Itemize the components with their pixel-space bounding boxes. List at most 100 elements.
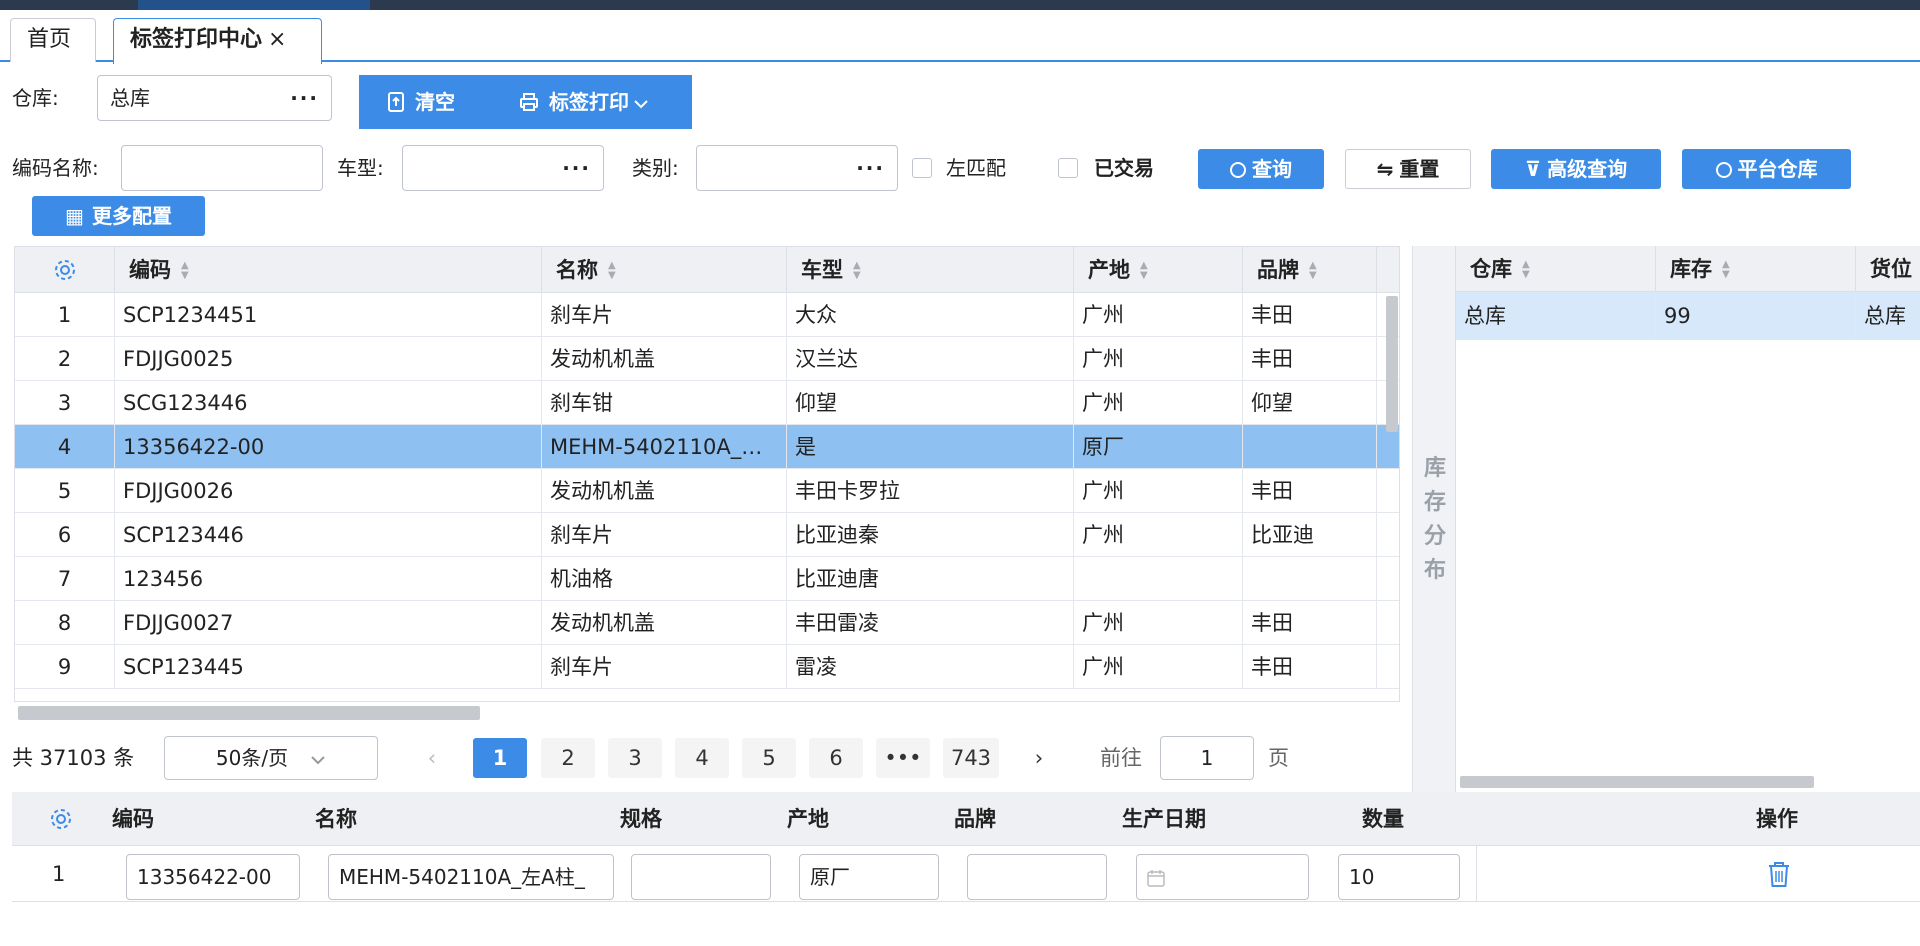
more-dots-icon[interactable]: ··· bbox=[290, 76, 319, 120]
model-select[interactable]: ··· bbox=[402, 145, 604, 191]
tab-label-print-center[interactable]: 标签打印中心 × bbox=[113, 18, 322, 64]
chevron-down-icon bbox=[311, 756, 325, 765]
advanced-query-button[interactable]: ⊽ 高级查询 bbox=[1491, 149, 1661, 189]
traded-label: 已交易 bbox=[1094, 156, 1154, 180]
header-brand[interactable]: 品牌 ▲ ▼ bbox=[1243, 247, 1377, 293]
prev-page-icon[interactable]: ‹ bbox=[405, 738, 459, 778]
cell-brand: 丰田 bbox=[1243, 337, 1377, 381]
spec-field[interactable] bbox=[631, 854, 771, 900]
cell-name: 发动机机盖 bbox=[542, 601, 787, 645]
warehouse-value: 总库 bbox=[110, 86, 150, 110]
bottom-header-date: 生产日期 bbox=[1122, 807, 1206, 831]
production-date-picker[interactable] bbox=[1136, 854, 1309, 900]
origin-field[interactable]: 原厂 bbox=[799, 854, 939, 900]
cell-brand: 丰田 bbox=[1243, 293, 1377, 337]
page-button[interactable]: ••• bbox=[876, 738, 930, 778]
goto-page-input[interactable]: 1 bbox=[1160, 736, 1254, 780]
code-name-label: 编码名称: bbox=[12, 156, 99, 180]
page-button[interactable]: 2 bbox=[541, 738, 595, 778]
label-print-label: 标签打印 bbox=[549, 90, 629, 114]
brand-field[interactable] bbox=[967, 854, 1107, 900]
page-button[interactable]: 6 bbox=[809, 738, 863, 778]
label-print-button[interactable]: 标签打印 bbox=[519, 75, 649, 129]
reset-label: 重置 bbox=[1399, 157, 1440, 181]
cell-name: 刹车片 bbox=[542, 293, 787, 337]
bottom-header-spec: 规格 bbox=[620, 807, 662, 831]
cell-origin: 广州 bbox=[1074, 337, 1243, 381]
page-button[interactable]: 5 bbox=[742, 738, 796, 778]
table-row[interactable]: 9 SCP123445 刹车片 雷凌 广州 丰田 bbox=[15, 645, 1399, 689]
filter-icon: ⊽ bbox=[1524, 157, 1542, 181]
platform-warehouse-button[interactable]: 平台仓库 bbox=[1682, 149, 1851, 189]
header-warehouse[interactable]: 仓库 ▲ ▼ bbox=[1456, 246, 1656, 292]
header-accent bbox=[138, 0, 370, 10]
more-dots-icon[interactable]: ··· bbox=[562, 146, 591, 190]
cell-model: 汉兰达 bbox=[787, 337, 1074, 381]
cell-code: FDJJG0025 bbox=[115, 337, 542, 381]
total-count: 共 37103 条 bbox=[12, 746, 135, 770]
settings-gear-icon[interactable] bbox=[48, 792, 78, 846]
stock-table-row[interactable]: 总库 99 总库 bbox=[1456, 292, 1920, 340]
cell-model: 是 bbox=[787, 425, 1074, 469]
clear-button[interactable]: 清空 bbox=[387, 75, 455, 129]
settings-gear-icon[interactable] bbox=[15, 247, 115, 293]
next-page-icon[interactable]: › bbox=[1012, 738, 1066, 778]
cell-model: 仰望 bbox=[787, 381, 1074, 425]
left-match-checkbox[interactable] bbox=[912, 158, 932, 178]
cell-origin: 广州 bbox=[1074, 645, 1243, 689]
page-size-select[interactable]: 50条/页 bbox=[164, 736, 378, 780]
horizontal-scrollbar[interactable] bbox=[18, 706, 480, 720]
table-row[interactable]: 8 FDJJG0027 发动机机盖 丰田雷凌 广州 丰田 bbox=[15, 601, 1399, 645]
header-model[interactable]: 车型 ▲ ▼ bbox=[787, 247, 1074, 293]
code-name-input[interactable] bbox=[121, 145, 323, 191]
table-row[interactable]: 2 FDJJG0025 发动机机盖 汉兰达 广州 丰田 bbox=[15, 337, 1399, 381]
cell-model: 雷凌 bbox=[787, 645, 1074, 689]
stock-horizontal-scrollbar[interactable] bbox=[1460, 776, 1814, 788]
bottom-header-qty: 数量 bbox=[1362, 807, 1404, 831]
header-location[interactable]: 货位 bbox=[1856, 246, 1920, 292]
code-field[interactable]: 13356422-00 bbox=[126, 854, 300, 900]
page-button[interactable]: 743 bbox=[943, 738, 999, 778]
tab-home[interactable]: 首页 bbox=[10, 18, 96, 62]
file-upload-icon bbox=[388, 92, 404, 112]
traded-checkbox[interactable] bbox=[1058, 158, 1078, 178]
header-origin[interactable]: 产地 ▲ ▼ bbox=[1074, 247, 1243, 293]
page-button[interactable]: 3 bbox=[608, 738, 662, 778]
stock-table-header: 仓库 ▲ ▼ 库存 ▲ ▼ 货位 bbox=[1456, 246, 1920, 292]
vertical-scrollbar[interactable] bbox=[1386, 296, 1398, 432]
sort-icon: ▲ ▼ bbox=[853, 260, 861, 281]
table-row[interactable]: 1 SCP1234451 刹车片 大众 广州 丰田 bbox=[15, 293, 1399, 337]
reset-button[interactable]: ⇋ 重置 bbox=[1345, 149, 1471, 189]
category-select[interactable]: ··· bbox=[696, 145, 898, 191]
page-button[interactable]: 1 bbox=[473, 738, 527, 778]
platform-warehouse-label: 平台仓库 bbox=[1737, 157, 1818, 181]
bottom-header-name: 名称 bbox=[315, 807, 357, 831]
table-row[interactable]: 7 123456 机油格 比亚迪唐 bbox=[15, 557, 1399, 601]
header-code[interactable]: 编码 ▲ ▼ bbox=[115, 247, 542, 293]
stock-distribution-label: 库存分布 bbox=[1423, 456, 1446, 583]
query-button[interactable]: 查询 bbox=[1198, 149, 1324, 189]
header-name[interactable]: 名称 ▲ ▼ bbox=[542, 247, 787, 293]
header-stock[interactable]: 库存 ▲ ▼ bbox=[1656, 246, 1856, 292]
page-button[interactable]: 4 bbox=[675, 738, 729, 778]
name-field[interactable]: MEHM-5402110A_左A柱_ bbox=[328, 854, 614, 900]
trash-icon[interactable] bbox=[1766, 860, 1792, 892]
cell-brand bbox=[1243, 425, 1377, 469]
print-list-header: 编码 名称 规格 产地 品牌 生产日期 数量 操作 bbox=[12, 792, 1920, 846]
cell-code: FDJJG0026 bbox=[115, 469, 542, 513]
cell-model: 丰田雷凌 bbox=[787, 601, 1074, 645]
cell-code: 123456 bbox=[115, 557, 542, 601]
quantity-field[interactable]: 10 bbox=[1338, 854, 1460, 900]
table-row[interactable]: 5 FDJJG0026 发动机机盖 丰田卡罗拉 广州 丰田 bbox=[15, 469, 1399, 513]
table-row[interactable]: 6 SCP123446 刹车片 比亚迪秦 广州 比亚迪 bbox=[15, 513, 1399, 557]
table-row[interactable]: 3 SCG123446 刹车钳 仰望 广州 仰望 bbox=[15, 381, 1399, 425]
warehouse-select[interactable]: 总库 ··· bbox=[97, 75, 332, 121]
more-dots-icon[interactable]: ··· bbox=[856, 146, 885, 190]
row-number: 1 bbox=[52, 862, 66, 886]
close-icon[interactable]: × bbox=[268, 27, 286, 52]
cell-model: 比亚迪唐 bbox=[787, 557, 1074, 601]
stock-distribution-toggle[interactable]: 库存分布 bbox=[1412, 246, 1456, 792]
query-label: 查询 bbox=[1252, 157, 1292, 181]
table-row[interactable]: 4 13356422-00 MEHM-5402110A_… 是原厂 bbox=[15, 425, 1399, 469]
more-config-button[interactable]: ▦ 更多配置 bbox=[32, 196, 205, 236]
